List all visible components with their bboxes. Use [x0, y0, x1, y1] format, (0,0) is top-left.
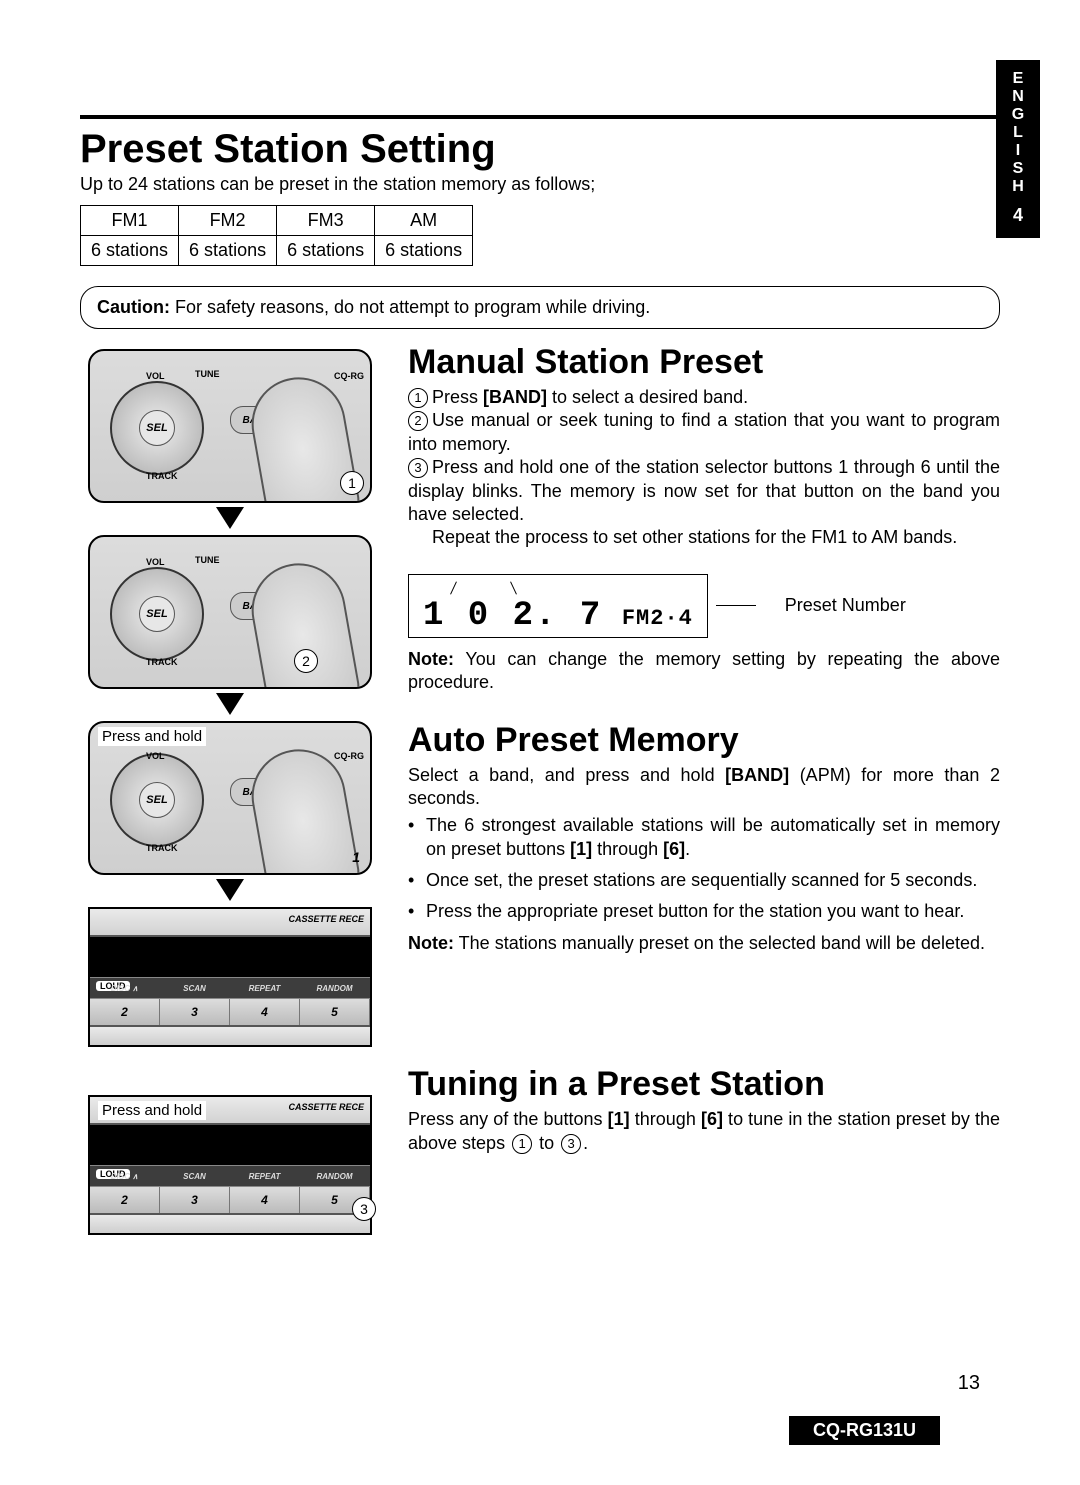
figure-step-1: VOL TUNE TRACK BAND APM CQ-RG Wx4 1: [88, 349, 372, 503]
manual-step-3: 3Press and hold one of the station selec…: [408, 456, 1000, 526]
auto-intro: Select a band, and press and hold [BAND]…: [408, 764, 1000, 811]
lang-letter: L: [996, 124, 1040, 142]
callout-line: [716, 605, 756, 606]
auto-note: Note: The stations manually preset on th…: [408, 932, 1000, 955]
manual-step-1: 1Press [BAND] to select a desired band.: [408, 386, 1000, 409]
step-bubble-1: 1: [340, 471, 364, 495]
lcd-display: 1 0 2. 7 FM2·4: [408, 574, 708, 638]
vol-label: VOL: [146, 371, 165, 381]
band-table: FM1 FM2 FM3 AM 6 stations 6 stations 6 s…: [80, 205, 473, 266]
lang-letter: H: [996, 178, 1040, 196]
fig-corner-num: 1: [352, 849, 360, 865]
page-number: 13: [958, 1372, 980, 1395]
track-label: TRACK: [146, 657, 178, 667]
press-hold-label: Press and hold: [98, 1101, 206, 1120]
auto-bullet-1: The 6 strongest available stations will …: [408, 814, 1000, 861]
press-hold-label: Press and hold: [98, 727, 206, 746]
preset-btn-icon: SCAN3: [160, 999, 230, 1025]
band-cell: 6 stations: [375, 236, 473, 266]
down-arrow-icon: [216, 507, 244, 529]
band-header: FM2: [179, 206, 277, 236]
preset-number-label: Preset Number: [785, 595, 906, 615]
band-cell: 6 stations: [81, 236, 179, 266]
vol-label: VOL: [146, 751, 165, 761]
band-cell: 6 stations: [179, 236, 277, 266]
manual-note: Note: You can change the memory setting …: [408, 648, 1000, 695]
caution-box: Caution: For safety reasons, do not atte…: [80, 286, 1000, 329]
lang-letter: I: [996, 142, 1040, 160]
preset-btn-icon: RANDOM5: [300, 999, 370, 1025]
step-bubble-2: 2: [294, 649, 318, 673]
cassette-label: CASSETTE RECE: [288, 914, 364, 924]
intro-text: Up to 24 stations can be preset in the s…: [80, 174, 1000, 195]
caution-label: Caution:: [97, 297, 170, 317]
band-cell: 6 stations: [277, 236, 375, 266]
manual-heading: Manual Station Preset: [408, 343, 1000, 382]
knob-icon: [110, 381, 204, 475]
preset-btn-icon: REPEAT4: [230, 999, 300, 1025]
track-label: TRACK: [146, 471, 178, 481]
preset-btn-icon: REPEAT4: [230, 1187, 300, 1213]
preset-btn-icon: DISC ∧2: [90, 999, 160, 1025]
lang-letter: E: [996, 70, 1040, 88]
figure-step-3: Press and hold VOL TRACK BAND APM CQ-RG …: [88, 721, 372, 875]
tuning-text: Press any of the buttons [1] through [6]…: [408, 1108, 1000, 1155]
track-label: TRACK: [146, 843, 178, 853]
manual-repeat: Repeat the process to set other stations…: [408, 526, 1000, 549]
tuning-heading: Tuning in a Preset Station: [408, 1065, 1000, 1104]
caution-text: For safety reasons, do not attempt to pr…: [170, 297, 650, 317]
band-header: FM3: [277, 206, 375, 236]
manual-step-2: 2Use manual or seek tuning to find a sta…: [408, 409, 1000, 456]
finger-icon: [244, 742, 362, 875]
language-tab: E N G L I S H 4: [996, 60, 1040, 238]
lang-letter: G: [996, 106, 1040, 124]
page-title: Preset Station Setting: [80, 127, 1000, 172]
knob-icon: [110, 567, 204, 661]
figure-step-2: VOL TUNE TRACK BAND APM 40Wx4 LOUD 2: [88, 535, 372, 689]
lcd-band: FM2·4: [622, 606, 693, 631]
lang-letter: N: [996, 88, 1040, 106]
preset-btn-icon: SCAN3: [160, 1187, 230, 1213]
figure-preset-panel: CASSETTE RECE LOUD DISC ∧2 SCAN3 REPEAT4…: [88, 907, 372, 1047]
vol-label: VOL: [146, 557, 165, 567]
figure-preset-panel-2: Press and hold CASSETTE RECE LOUD DISC ∧…: [88, 1095, 372, 1235]
tune-label: TUNE: [195, 369, 220, 379]
model-badge: CQ-RG131U: [789, 1416, 940, 1445]
cqrg-label: CQ-RG: [334, 371, 364, 381]
cqrg-label: CQ-RG: [334, 751, 364, 761]
down-arrow-icon: [216, 879, 244, 901]
band-header: FM1: [81, 206, 179, 236]
step-bubble-3: 3: [352, 1197, 376, 1221]
preset-btn-icon: DISC ∧2: [90, 1187, 160, 1213]
cassette-label: CASSETTE RECE: [288, 1102, 364, 1112]
down-arrow-icon: [216, 693, 244, 715]
tune-label: TUNE: [195, 555, 220, 565]
top-rule: [80, 115, 1000, 119]
lcd-frequency: 1 0 2. 7: [423, 597, 602, 635]
auto-bullet-2: Once set, the preset stations are sequen…: [408, 869, 1000, 892]
band-header: AM: [375, 206, 473, 236]
tab-number: 4: [996, 206, 1040, 224]
auto-bullet-3: Press the appropriate preset button for …: [408, 900, 1000, 923]
auto-heading: Auto Preset Memory: [408, 721, 1000, 760]
lang-letter: S: [996, 160, 1040, 178]
knob-icon: [110, 753, 204, 847]
